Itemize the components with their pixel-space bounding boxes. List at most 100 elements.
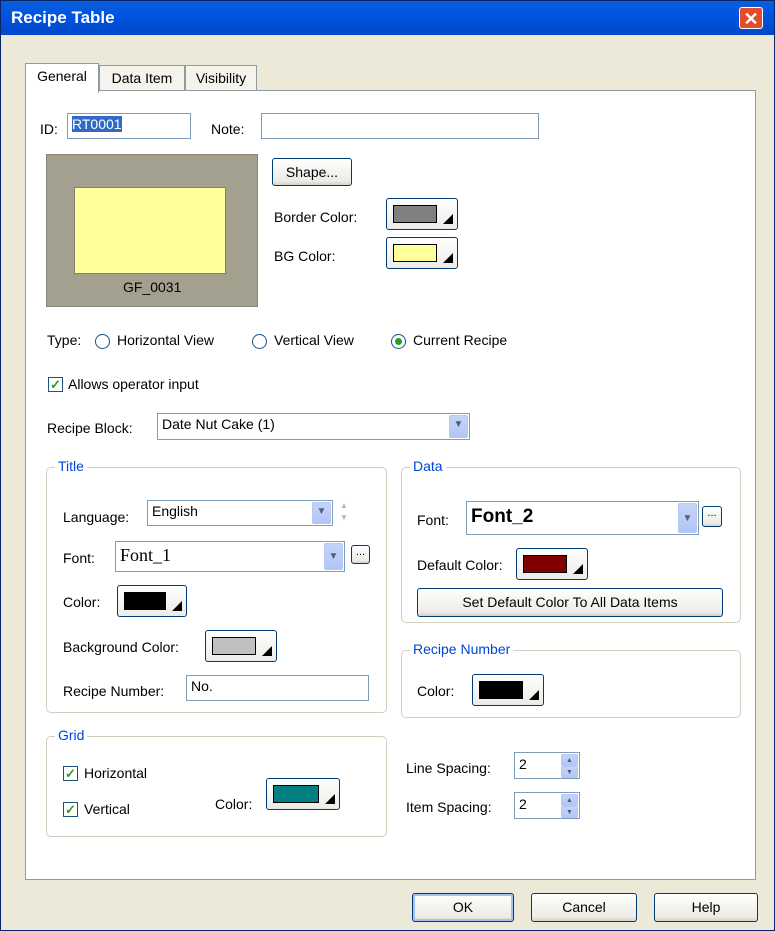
set-default-color-button[interactable]: Set Default Color To All Data Items [417,588,723,617]
recipe-number-color-swatch [479,681,523,699]
radio-selected-dot [395,338,402,345]
title-color-picker[interactable] [117,585,187,617]
grid-vertical-checkbox[interactable]: ✓ [63,802,78,817]
grid-vertical-label: Vertical [84,801,130,817]
tab-general[interactable]: General [25,63,99,93]
note-field[interactable] [261,113,539,139]
dropdown-arrow-icon [443,253,453,263]
item-spacing-label: Item Spacing: [406,799,492,815]
title-bg-color-swatch [212,637,256,655]
default-color-picker[interactable] [516,548,588,580]
close-icon[interactable]: ✕ [739,7,763,29]
dropdown-arrow-icon [325,794,335,804]
recipe-table-dialog: Recipe Table ✕ General Data Item Visibil… [0,0,775,931]
title-font-value: Font_1 [120,545,172,565]
dropdown-arrow-icon [573,564,583,574]
title-font-dropdown[interactable]: Font_1 ▼ [115,541,345,572]
cancel-button[interactable]: Cancel [531,893,637,922]
window-title: Recipe Table [11,8,115,27]
radio-horizontal-view[interactable] [95,334,110,349]
recipe-number-field[interactable]: No. [186,675,369,701]
note-label: Note: [211,121,245,137]
item-spacing-value: 2 [519,796,527,812]
grid-color-picker[interactable] [266,778,340,810]
line-spacing-value: 2 [519,756,527,772]
radio-current-recipe[interactable] [391,334,406,349]
recipe-block-dropdown[interactable]: Date Nut Cake (1) ▼ [157,413,470,440]
line-spacing-spinner[interactable]: 2 ▲ ▼ [514,752,580,779]
line-spacing-label: Line Spacing: [406,760,491,776]
recipe-block-label: Recipe Block: [47,420,133,436]
dropdown-arrow-icon [172,601,182,611]
dropdown-arrow-icon [529,690,539,700]
grid-horizontal-label: Horizontal [84,765,148,781]
grid-color-label: Color: [215,796,253,812]
default-color-label: Default Color: [417,557,503,573]
type-label: Type: [47,332,82,348]
recipe-number-color-label: Color: [417,683,455,699]
title-bar[interactable]: Recipe Table ✕ [1,1,774,35]
radio-vertical-view[interactable] [252,334,267,349]
language-label: Language: [63,509,130,525]
title-color-label: Color: [63,594,101,610]
dropdown-arrow-icon [262,646,272,656]
language-value: English [152,503,198,519]
recipe-number-color-picker[interactable] [472,674,544,706]
grid-group-label: Grid [55,727,88,743]
current-recipe-label: Current Recipe [413,332,508,348]
border-color-swatch [393,205,437,223]
title-bg-color-picker[interactable] [205,630,277,662]
chevron-down-icon[interactable]: ▼ [449,415,468,438]
title-group-label: Title [55,458,87,474]
preview-box [74,187,226,274]
recipe-block-value: Date Nut Cake (1) [162,416,275,432]
title-color-swatch [124,592,166,610]
allows-input-checkbox[interactable]: ✓ [48,377,63,392]
grid-horizontal-checkbox[interactable]: ✓ [63,766,78,781]
vertical-view-label: Vertical View [274,332,354,348]
title-font-label: Font: [63,550,95,566]
spin-down-icon[interactable]: ▼ [561,806,578,818]
recipe-number-label: Recipe Number: [63,683,165,699]
spin-down-icon[interactable]: ▼ [561,766,578,778]
general-panel: ID: RT0001 Note: GF_0031 Shape... Border… [25,90,756,880]
item-spacing-spinner[interactable]: 2 ▲ ▼ [514,792,580,819]
title-font-more-button[interactable]: ... [351,545,370,564]
dropdown-arrow-icon [443,214,453,224]
data-font-dropdown[interactable]: Font_2 ▼ [466,501,699,535]
language-dropdown[interactable]: English ▼ [147,500,333,526]
grid-color-swatch [273,785,319,803]
help-button[interactable]: Help [654,893,758,922]
chevron-down-icon[interactable]: ▼ [678,503,697,533]
spin-up-icon[interactable]: ▲ [561,754,578,766]
recipe-number-group-label: Recipe Number [410,641,514,657]
title-group: Title Language: English ▼ ▲ ▼ Font: Font_… [46,458,387,713]
language-spin-icon: ▲ ▼ [340,501,348,522]
data-font-value: Font_2 [471,506,534,527]
border-color-label: Border Color: [274,209,358,225]
data-font-more-button[interactable]: ... [702,506,722,527]
shape-button[interactable]: Shape... [272,158,352,186]
data-group: Data Font: Font_2 ▼ ... Default Color: S… [401,458,741,623]
data-group-label: Data [410,458,446,474]
bg-color-label: BG Color: [274,248,336,264]
tab-data-item[interactable]: Data Item [99,65,185,91]
data-font-label: Font: [417,512,449,528]
id-field[interactable]: RT0001 [67,113,191,139]
chevron-down-icon[interactable]: ▼ [312,502,331,524]
default-color-swatch [523,555,567,573]
bg-color-picker[interactable] [386,237,458,269]
shape-preview: GF_0031 [46,154,258,307]
ok-button[interactable]: OK [412,893,514,922]
border-color-picker[interactable] [386,198,458,230]
bg-color-swatch [393,244,437,262]
chevron-down-icon[interactable]: ▼ [324,543,343,570]
preview-caption: GF_0031 [123,279,182,295]
recipe-number-group: Recipe Number Color: [401,641,741,718]
title-bg-color-label: Background Color: [63,639,179,655]
grid-group: Grid ✓ Horizontal ✓ Vertical Color: [46,727,387,837]
allows-input-label: Allows operator input [68,376,199,392]
id-value: RT0001 [72,116,122,132]
tab-visibility[interactable]: Visibility [185,65,257,91]
spin-up-icon[interactable]: ▲ [561,794,578,806]
